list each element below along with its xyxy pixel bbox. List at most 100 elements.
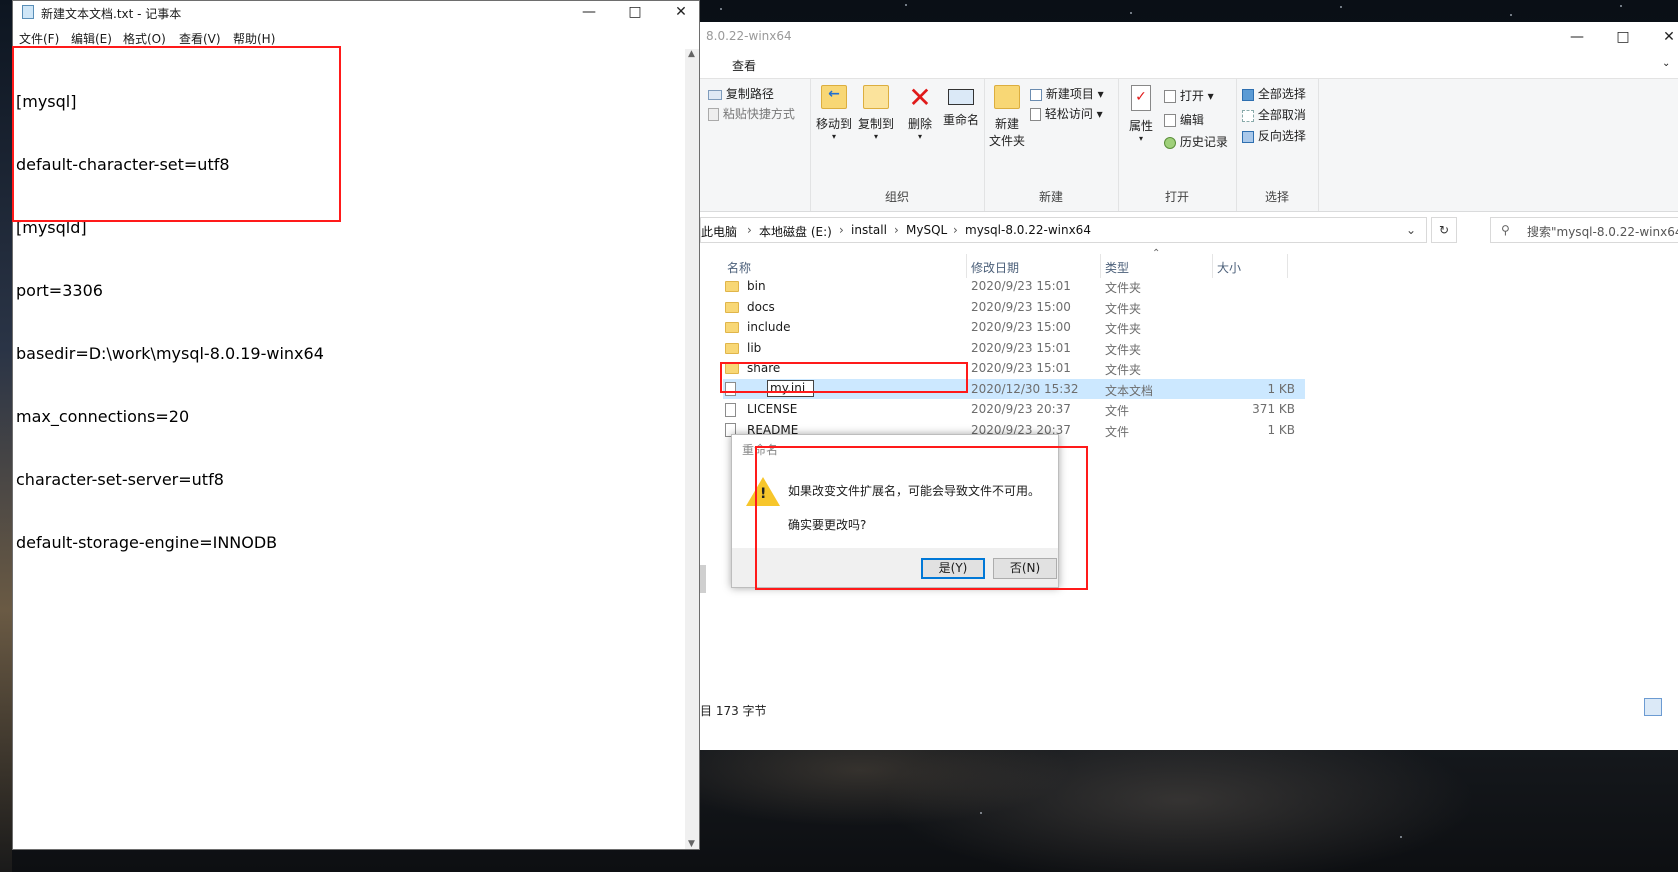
folder-icon xyxy=(725,301,739,313)
select-none-button[interactable]: 全部取消 xyxy=(1242,106,1306,123)
invert-selection-button[interactable]: 反向选择 xyxy=(1242,127,1306,144)
breadcrumb-item[interactable]: mysql-8.0.22-winx64 xyxy=(965,223,1091,237)
refresh-button[interactable]: ↻ xyxy=(1431,217,1457,243)
new-item-icon xyxy=(1030,88,1042,101)
paste-shortcut-button[interactable]: 粘贴快捷方式 xyxy=(708,105,795,122)
file-row[interactable]: include 2020/9/23 15:00 文件夹 xyxy=(723,317,1305,337)
new-folder-label-1: 新建 xyxy=(994,117,1019,131)
maximize-button[interactable]: □ xyxy=(1600,22,1646,52)
column-header-date[interactable]: 修改日期 xyxy=(971,259,1019,276)
ribbon: 复制路径 粘贴快捷方式 ← 移动到 ▾ 复制到 ▾ ✕ 删除 ▾ 重命名 组织 … xyxy=(700,78,1678,212)
column-header-type[interactable]: 类型 xyxy=(1105,259,1129,276)
file-type: 文本文档 xyxy=(1105,383,1154,398)
text-line: default-storage-engine=INNODB xyxy=(16,533,278,552)
menu-help[interactable]: 帮助(H) xyxy=(233,30,275,47)
rename-button[interactable]: 重命名 xyxy=(940,85,982,128)
move-to-button[interactable]: ← 移动到 ▾ xyxy=(814,85,854,141)
history-icon xyxy=(1164,136,1176,149)
file-row[interactable]: docs 2020/9/23 15:00 文件夹 xyxy=(723,297,1305,317)
ribbon-tabs: 查看 ⌄ xyxy=(700,52,1678,78)
menu-edit[interactable]: 编辑(E) xyxy=(71,30,112,47)
delete-button[interactable]: ✕ 删除 ▾ xyxy=(902,84,938,142)
minimize-button[interactable]: — xyxy=(1554,22,1600,52)
file-type: 文件夹 xyxy=(1105,322,1142,336)
delete-label: 删除 xyxy=(907,117,932,131)
maximize-button[interactable]: □ xyxy=(612,0,658,27)
text-line: max_connections=20 xyxy=(16,407,190,426)
file-row[interactable]: lib 2020/9/23 15:01 文件夹 xyxy=(723,338,1305,358)
scroll-up-icon[interactable]: ▲ xyxy=(688,49,695,59)
select-group-label: 选择 xyxy=(1264,190,1289,204)
file-row[interactable]: LICENSE 2020/9/23 20:37 文件 371 KB xyxy=(723,399,1305,419)
file-icon-cell xyxy=(725,402,736,417)
ribbon-group-organize: ← 移动到 ▾ 复制到 ▾ ✕ 删除 ▾ 重命名 组织 xyxy=(810,79,985,211)
tab-view[interactable]: 查看 xyxy=(732,57,756,74)
paste-shortcut-label: 粘贴快捷方式 xyxy=(722,107,795,121)
copy-path-button[interactable]: 复制路径 xyxy=(708,85,774,102)
file-icon-cell xyxy=(725,320,739,334)
vertical-scrollbar[interactable]: ▲ ▼ xyxy=(685,49,699,849)
new-folder-button[interactable]: 新建 文件夹 xyxy=(988,85,1026,149)
search-placeholder: 搜索"mysql-8.0.22-winx64" xyxy=(1527,225,1678,239)
details-view-icon[interactable] xyxy=(1644,698,1662,716)
star xyxy=(980,812,982,814)
file-size: 371 KB xyxy=(1252,402,1295,416)
history-button[interactable]: 历史记录 xyxy=(1164,133,1228,150)
ribbon-group-clipboard: 复制路径 粘贴快捷方式 xyxy=(700,79,811,211)
new-group-label: 新建 xyxy=(1038,190,1063,204)
breadcrumb-item[interactable]: 此电脑 xyxy=(701,223,737,240)
close-button[interactable]: ✕ xyxy=(1646,22,1678,52)
explorer-titlebar[interactable]: 8.0.22-winx64 — □ ✕ xyxy=(700,22,1678,52)
file-row[interactable]: bin 2020/9/23 15:01 文件夹 xyxy=(723,276,1305,296)
easy-access-button[interactable]: 轻松访问 ▾ xyxy=(1030,105,1103,122)
breadcrumb-item[interactable]: install xyxy=(851,223,887,237)
menu-view[interactable]: 查看(V) xyxy=(179,30,221,47)
refresh-icon: ↻ xyxy=(1438,223,1450,237)
file-date: 2020/9/23 20:37 xyxy=(971,402,1071,416)
properties-button[interactable]: ✓ 属性 ▾ xyxy=(1124,85,1158,143)
breadcrumb-item[interactable]: 本地磁盘 (E:) xyxy=(759,223,832,240)
file-name: docs xyxy=(747,299,775,314)
copy-to-label: 复制到 xyxy=(857,117,894,131)
organize-group-label: 组织 xyxy=(884,190,909,204)
folder-icon xyxy=(725,281,739,292)
file-type: 文件夹 xyxy=(1105,342,1142,357)
copy-to-button[interactable]: 复制到 ▾ xyxy=(856,85,896,141)
scroll-down-icon[interactable]: ▼ xyxy=(688,839,695,849)
notepad-titlebar[interactable]: 新建文本文档.txt - 记事本 — □ ✕ xyxy=(13,1,699,23)
ribbon-group-open: ✓ 属性 ▾ 打开 ▾ 编辑 历史记录 打开 xyxy=(1118,79,1237,211)
edit-button[interactable]: 编辑 xyxy=(1164,111,1204,128)
status-bar-text: 目 173 字节 xyxy=(700,704,767,718)
select-all-label: 全部选择 xyxy=(1257,87,1306,101)
search-icon: ⚲ xyxy=(1501,223,1510,237)
menu-file[interactable]: 文件(F) xyxy=(19,30,59,47)
file-date: 2020/9/23 15:01 xyxy=(971,340,1071,355)
address-row: 此电脑 › 本地磁盘 (E:) › install › MySQL › mysq… xyxy=(700,210,1678,250)
new-folder-icon xyxy=(994,85,1020,109)
search-input[interactable]: ⚲ 搜索"mysql-8.0.22-winx64" xyxy=(1490,217,1678,243)
properties-label: 属性 xyxy=(1128,119,1153,133)
open-button[interactable]: 打开 ▾ xyxy=(1164,87,1214,104)
chevron-down-icon[interactable]: ⌄ xyxy=(1406,223,1416,237)
column-header-size[interactable]: 大小 xyxy=(1217,259,1241,276)
menu-format[interactable]: 格式(O) xyxy=(123,30,166,47)
highlight-box-dialog xyxy=(755,446,1088,590)
chevron-down-icon[interactable]: ⌄ xyxy=(1662,58,1670,69)
close-button[interactable]: ✕ xyxy=(658,0,704,27)
select-all-button[interactable]: 全部选择 xyxy=(1242,85,1306,102)
highlight-box-config xyxy=(12,46,341,222)
column-header-name[interactable]: 名称 xyxy=(727,259,751,276)
minimize-button[interactable]: — xyxy=(566,0,612,27)
properties-icon: ✓ xyxy=(1131,85,1151,111)
address-bar[interactable]: 此电脑 › 本地磁盘 (E:) › install › MySQL › mysq… xyxy=(700,217,1427,243)
star xyxy=(1510,14,1512,16)
star xyxy=(720,8,722,10)
history-label: 历史记录 xyxy=(1179,135,1228,149)
new-item-button[interactable]: 新建项目 ▾ xyxy=(1030,85,1104,102)
ribbon-group-new: 新建 文件夹 新建项目 ▾ 轻松访问 ▾ 新建 xyxy=(984,79,1119,211)
breadcrumb-item[interactable]: MySQL xyxy=(906,223,947,237)
rename-icon xyxy=(948,89,974,105)
scrollbar-thumb[interactable] xyxy=(700,565,706,593)
star xyxy=(1620,5,1622,7)
edit-icon xyxy=(1164,114,1176,127)
